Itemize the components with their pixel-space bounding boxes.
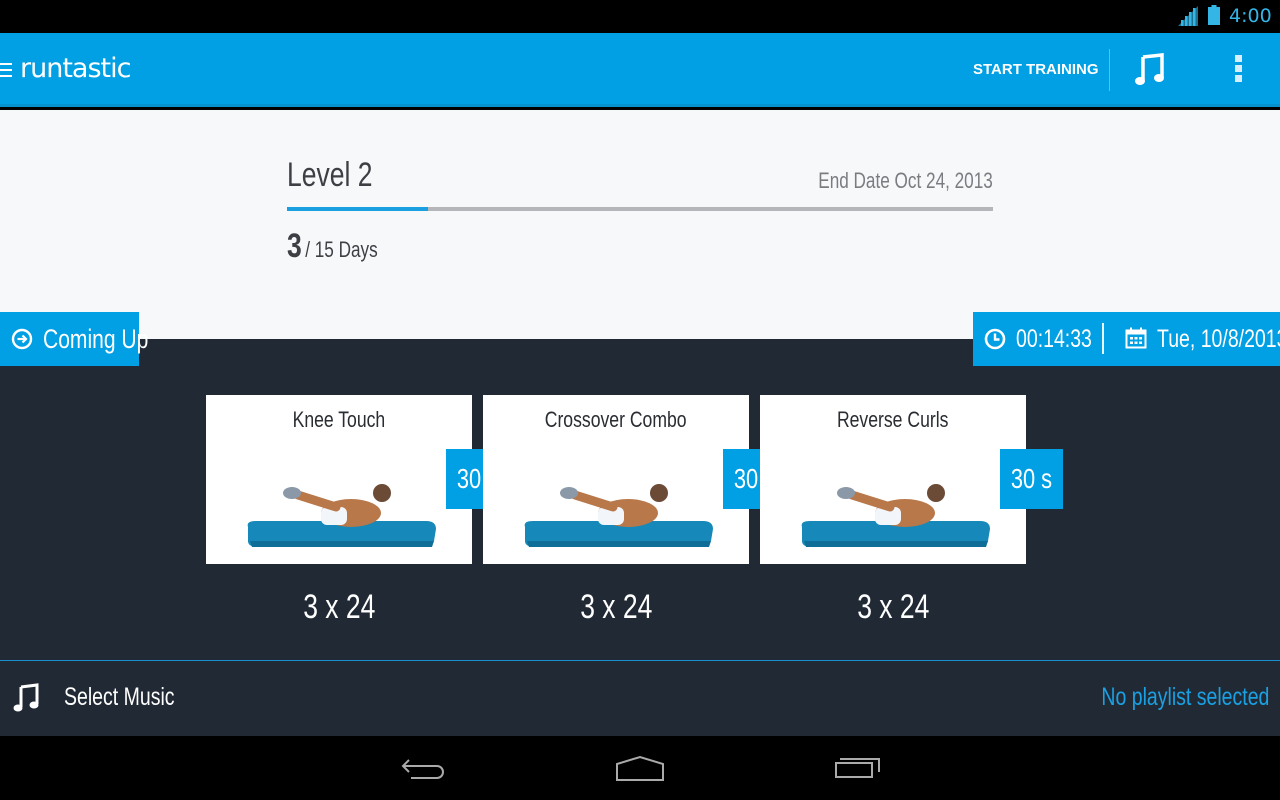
back-icon[interactable] (395, 750, 455, 790)
exercise-name: Crossover Combo (545, 407, 687, 432)
current-day: 3 (287, 227, 302, 265)
exercise-reps: 3 x 24 (856, 588, 930, 626)
signal-icon (1178, 6, 1198, 26)
action-bar: runtastic START TRAINING (0, 33, 1280, 107)
exercise-reps: 3 x 24 (579, 588, 653, 626)
action-bar-divider (1109, 49, 1110, 91)
exercise-illustration (801, 484, 990, 547)
info-divider (1102, 323, 1104, 354)
session-info: 00:14:33 Tue, 10/8/2013 (973, 312, 1280, 366)
exercise-illustration (524, 484, 713, 547)
exercise-card[interactable]: Knee Touch 30 s (206, 395, 509, 564)
level-title: Level 2 (287, 156, 373, 194)
coming-up-label: Coming Up (43, 324, 149, 354)
exercise-reps: 3 x 24 (302, 588, 376, 626)
playlist-status: No playlist selected (1100, 683, 1269, 711)
end-date: End Date Oct 24, 2013 (818, 168, 993, 193)
days-counter: 3 / 15 Days (287, 227, 378, 266)
music-note-icon (13, 683, 39, 712)
exercise-card[interactable]: Reverse Curls 30 s (760, 395, 1063, 564)
home-icon[interactable] (610, 750, 670, 790)
clock-icon (984, 328, 1006, 350)
level-progress-fill (287, 207, 429, 211)
exercise-card[interactable]: Crossover Combo 30 s (483, 395, 786, 564)
exercise-name: Knee Touch (292, 407, 386, 432)
exercise-name: Reverse Curls (837, 407, 949, 432)
start-training-button[interactable]: START TRAINING (973, 61, 1099, 78)
session-duration: 00:14:33 (1016, 325, 1092, 353)
level-panel: Level 2 End Date Oct 24, 2013 3 / 15 Day… (0, 110, 1280, 339)
duration-badge: 30 s (1000, 449, 1063, 509)
overflow-menu-icon[interactable] (1228, 55, 1248, 89)
select-music-label[interactable]: Select Music (64, 683, 175, 712)
battery-icon (1208, 5, 1220, 25)
exercise-illustration (247, 484, 436, 547)
arrow-circle-icon (11, 328, 33, 350)
session-date: Tue, 10/8/2013 (1157, 325, 1280, 353)
clock-time: 4:00 (1229, 5, 1272, 27)
navigation-bar (0, 736, 1280, 800)
app-logo[interactable]: runtastic (20, 53, 131, 84)
coming-up-tab[interactable]: Coming Up (0, 312, 148, 366)
music-bar[interactable]: Select Music No playlist selected (0, 660, 1280, 736)
calendar-icon (1125, 327, 1147, 349)
total-days: / 15 Days (305, 237, 378, 262)
recent-apps-icon[interactable] (828, 750, 888, 790)
level-progress-bar (287, 207, 993, 211)
music-note-icon[interactable] (1132, 51, 1170, 89)
status-bar: 4:00 (0, 0, 1280, 33)
menu-icon[interactable] (0, 63, 12, 77)
